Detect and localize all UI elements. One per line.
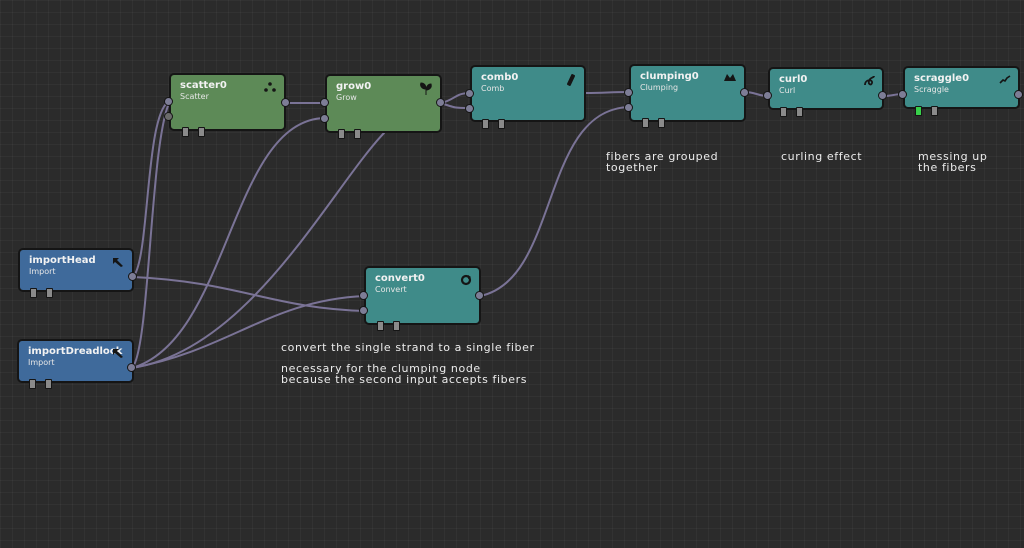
node-type: Curl [779, 86, 796, 95]
node-title: importHead [29, 255, 96, 266]
node-scraggle[interactable]: scraggle0 Scraggle [903, 66, 1020, 109]
leaf-icon [419, 82, 433, 98]
comb-icon [565, 73, 577, 89]
grow-input-port[interactable] [320, 98, 329, 107]
node-type: Convert [375, 285, 407, 294]
wire-dreadlock-grow-b [131, 132, 385, 369]
node-type: Comb [481, 84, 505, 93]
grow-display-flag[interactable] [354, 129, 361, 139]
convert-input-port[interactable] [359, 291, 368, 300]
note-line: the fibers [918, 161, 977, 174]
importdreadlock-display-flag[interactable] [45, 379, 52, 389]
convert-output-port[interactable] [475, 291, 484, 300]
note-scraggle: messing up the fibers [918, 151, 987, 173]
node-importhead[interactable]: importHead Import [18, 248, 134, 292]
wire-dreadlock-scatter [131, 100, 171, 369]
scraggle-bypass-flag[interactable] [931, 106, 938, 116]
node-title: comb0 [481, 72, 519, 83]
curl-bypass-flag[interactable] [780, 107, 787, 117]
comb-bypass-flag[interactable] [482, 119, 489, 129]
importhead-output-port[interactable] [128, 272, 137, 281]
node-title: scatter0 [180, 80, 227, 91]
node-type: Clumping [640, 83, 679, 92]
node-title: scraggle0 [914, 73, 970, 84]
node-title: importDreadlock [28, 346, 123, 357]
wire-importhead-convert [132, 276, 366, 312]
note-convert: convert the single strand to a single fi… [281, 342, 535, 385]
scraggle-icon [999, 74, 1011, 86]
note-clumping: fibers are grouped together [606, 151, 718, 173]
clumping-bypass-flag[interactable] [642, 118, 649, 128]
node-title: convert0 [375, 273, 425, 284]
scraggle-display-flag[interactable] [915, 106, 922, 116]
clump-icon [723, 72, 737, 84]
wire-importhead-scatter [132, 100, 171, 278]
import-arrow-icon [111, 256, 125, 270]
scatter-bypass-flag[interactable] [182, 127, 189, 137]
scraggle-input-port[interactable] [898, 90, 907, 99]
node-convert[interactable]: convert0 Convert [364, 266, 481, 325]
clumping-input-port-2[interactable] [624, 103, 633, 112]
node-type: Import [29, 267, 56, 276]
grow-input-port-2[interactable] [320, 114, 329, 123]
node-clumping[interactable]: clumping0 Clumping [629, 64, 746, 122]
importhead-display-flag[interactable] [46, 288, 53, 298]
note-line: convert the single strand to a single fi… [281, 341, 535, 354]
note-line: because the second input accepts fibers [281, 373, 528, 386]
convert-bypass-flag[interactable] [377, 321, 384, 331]
node-curl[interactable]: curl0 Curl [768, 67, 884, 110]
note-line: together [606, 161, 659, 174]
scatter-output-port[interactable] [281, 98, 290, 107]
importhead-bypass-flag[interactable] [30, 288, 37, 298]
comb-input-port[interactable] [465, 89, 474, 98]
dots-icon [263, 81, 277, 95]
wire-comb-clumping [585, 91, 630, 94]
node-importdreadlock[interactable]: importDreadlock Import [17, 339, 134, 383]
import-arrow-icon [111, 347, 125, 361]
clumping-output-port[interactable] [740, 88, 749, 97]
node-scatter[interactable]: scatter0 Scatter [169, 73, 286, 131]
scatter-display-flag[interactable] [198, 127, 205, 137]
curl-input-port[interactable] [763, 91, 772, 100]
node-grow[interactable]: grow0 Grow [325, 74, 442, 133]
wire-convert-clumping [479, 106, 630, 297]
node-type: Scraggle [914, 85, 949, 94]
note-line: curling effect [781, 150, 863, 163]
grow-bypass-flag[interactable] [338, 129, 345, 139]
curl-display-flag[interactable] [796, 107, 803, 117]
curl-output-port[interactable] [878, 91, 887, 100]
clumping-input-port[interactable] [624, 88, 633, 97]
node-title: clumping0 [640, 71, 699, 82]
convert-cycle-icon [460, 274, 472, 288]
node-title: curl0 [779, 74, 808, 85]
comb-input-port-2[interactable] [465, 104, 474, 113]
scatter-input-port-2[interactable] [164, 112, 173, 121]
wire-dreadlock-grow-a [131, 117, 326, 369]
note-curl: curling effect [781, 151, 862, 162]
clumping-display-flag[interactable] [658, 118, 665, 128]
convert-display-flag[interactable] [393, 321, 400, 331]
importdreadlock-bypass-flag[interactable] [29, 379, 36, 389]
grow-output-port[interactable] [436, 98, 445, 107]
node-type: Scatter [180, 92, 209, 101]
node-type: Grow [336, 93, 357, 102]
node-type: Import [28, 358, 55, 367]
comb-display-flag[interactable] [498, 119, 505, 129]
curl-icon [863, 75, 875, 89]
node-comb[interactable]: comb0 Comb [470, 65, 586, 122]
convert-input-port-2[interactable] [359, 306, 368, 315]
node-title: grow0 [336, 81, 372, 92]
scatter-input-port[interactable] [164, 97, 173, 106]
scraggle-output-port[interactable] [1014, 90, 1023, 99]
importdreadlock-output-port[interactable] [127, 363, 136, 372]
